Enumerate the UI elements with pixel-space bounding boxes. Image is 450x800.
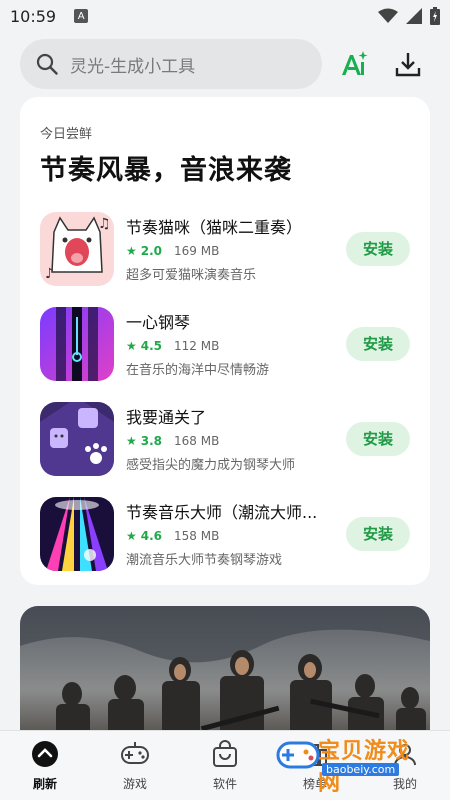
app-size: 168 MB: [174, 434, 220, 448]
svg-text:♫: ♫: [98, 216, 111, 232]
download-button[interactable]: [392, 48, 424, 80]
nav-label: 软件: [212, 777, 237, 791]
nav-label: 游戏: [122, 777, 147, 791]
status-icons: [378, 7, 440, 25]
app-meta: ★ 4.5 112 MB: [126, 339, 340, 353]
install-button[interactable]: 安装: [346, 421, 410, 456]
cell-signal-icon: [406, 8, 422, 24]
app-item[interactable]: ♪ ♫ 节奏猫咪（猫咪二重奏） ★ 2.0 169 MB 超多可爱猫咪演奏音乐 …: [40, 201, 410, 296]
search-box[interactable]: 灵光-生成小工具: [20, 39, 322, 89]
app-name: 我要通关了: [126, 408, 207, 427]
app-icon-piano: [40, 306, 114, 381]
refresh-up-icon: [30, 739, 60, 769]
battery-icon: [430, 7, 440, 25]
watermark-url: baobeiy.com: [322, 763, 400, 776]
gamepad-icon: [120, 739, 150, 769]
app-name: 节奏猫咪（猫咪二重奏）: [126, 218, 303, 237]
site-watermark: 宝贝游戏网 baobeiy.com: [270, 725, 430, 796]
star-icon: ★: [126, 339, 137, 353]
app-item[interactable]: 我要通关了 ★ 3.8 168 MB 感受指尖的魔力成为钢琴大师 安装: [40, 391, 410, 486]
download-icon: [395, 53, 421, 77]
app-rating: 4.5: [140, 339, 163, 353]
ai-sparkle-icon: [342, 51, 368, 75]
star-icon: ★: [126, 529, 137, 543]
status-time: 10:59: [10, 6, 57, 26]
nav-item-refresh[interactable]: 刷新: [5, 739, 85, 792]
star-icon: ★: [126, 434, 137, 448]
app-item[interactable]: 节奏音乐大师（潮流大师... ★ 4.6 158 MB 潮流音乐大师节奏钢琴游戏…: [40, 486, 410, 581]
app-rating: 3.8: [140, 434, 163, 448]
install-button[interactable]: 安装: [346, 516, 410, 551]
install-button[interactable]: 安装: [346, 231, 410, 266]
app-info: 节奏音乐大师（潮流大师... ★ 4.6 158 MB 潮流音乐大师节奏钢琴游戏: [126, 499, 340, 568]
status-bar: 10:59 A: [0, 0, 450, 32]
star-icon: ★: [126, 244, 137, 258]
app-name: 一心钢琴: [126, 313, 191, 332]
app-desc: 感受指尖的魔力成为钢琴大师: [126, 458, 296, 473]
app-list: ♪ ♫ 节奏猫咪（猫咪二重奏） ★ 2.0 169 MB 超多可爱猫咪演奏音乐 …: [40, 201, 410, 581]
app-icon-rhythm-master: [40, 496, 114, 571]
app-desc: 超多可爱猫咪演奏音乐: [126, 268, 257, 283]
shopping-bag-icon: [210, 739, 240, 769]
app-meta: ★ 3.8 168 MB: [126, 434, 340, 448]
app-info: 一心钢琴 ★ 4.5 112 MB 在音乐的海洋中尽情畅游: [126, 309, 340, 378]
gamepad-logo-icon: [276, 741, 320, 769]
app-name: 节奏音乐大师（潮流大师...: [126, 503, 318, 522]
app-meta: ★ 2.0 169 MB: [126, 244, 340, 258]
svg-text:♪: ♪: [45, 266, 54, 282]
app-desc: 潮流音乐大师节奏钢琴游戏: [126, 553, 283, 568]
app-meta: ★ 4.6 158 MB: [126, 529, 340, 543]
app-icon-cat-paw: [40, 401, 114, 476]
search-icon: [36, 53, 58, 75]
app-desc: 在音乐的海洋中尽情畅游: [126, 363, 270, 378]
featured-card: 今日尝鲜 节奏风暴，音浪来袭 ♪ ♫ 节奏猫咪（猫咪二重奏） ★ 2.0 169…: [20, 97, 430, 585]
app-rating: 4.6: [140, 529, 163, 543]
notification-icon: A: [74, 9, 89, 23]
top-bar: 灵光-生成小工具: [0, 32, 450, 96]
app-info: 我要通关了 ★ 3.8 168 MB 感受指尖的魔力成为钢琴大师: [126, 404, 340, 473]
app-size: 158 MB: [174, 529, 220, 543]
app-icon-cat-rhythm: ♪ ♫: [40, 211, 114, 286]
search-placeholder: 灵光-生成小工具: [70, 56, 196, 77]
wifi-icon: [378, 8, 398, 23]
card-title: 节奏风暴，音浪来袭: [40, 155, 292, 186]
app-item[interactable]: 一心钢琴 ★ 4.5 112 MB 在音乐的海洋中尽情畅游 安装: [40, 296, 410, 391]
nav-label: 刷新: [32, 777, 57, 791]
app-size: 112 MB: [174, 339, 220, 353]
app-info: 节奏猫咪（猫咪二重奏） ★ 2.0 169 MB 超多可爱猫咪演奏音乐: [126, 214, 340, 283]
app-rating: 2.0: [140, 244, 163, 258]
nav-item-software[interactable]: 软件: [185, 739, 265, 792]
ai-button[interactable]: [338, 48, 370, 80]
nav-item-games[interactable]: 游戏: [95, 739, 175, 792]
card-subtitle: 今日尝鲜: [40, 127, 93, 142]
app-size: 169 MB: [174, 244, 220, 258]
install-button[interactable]: 安装: [346, 326, 410, 361]
